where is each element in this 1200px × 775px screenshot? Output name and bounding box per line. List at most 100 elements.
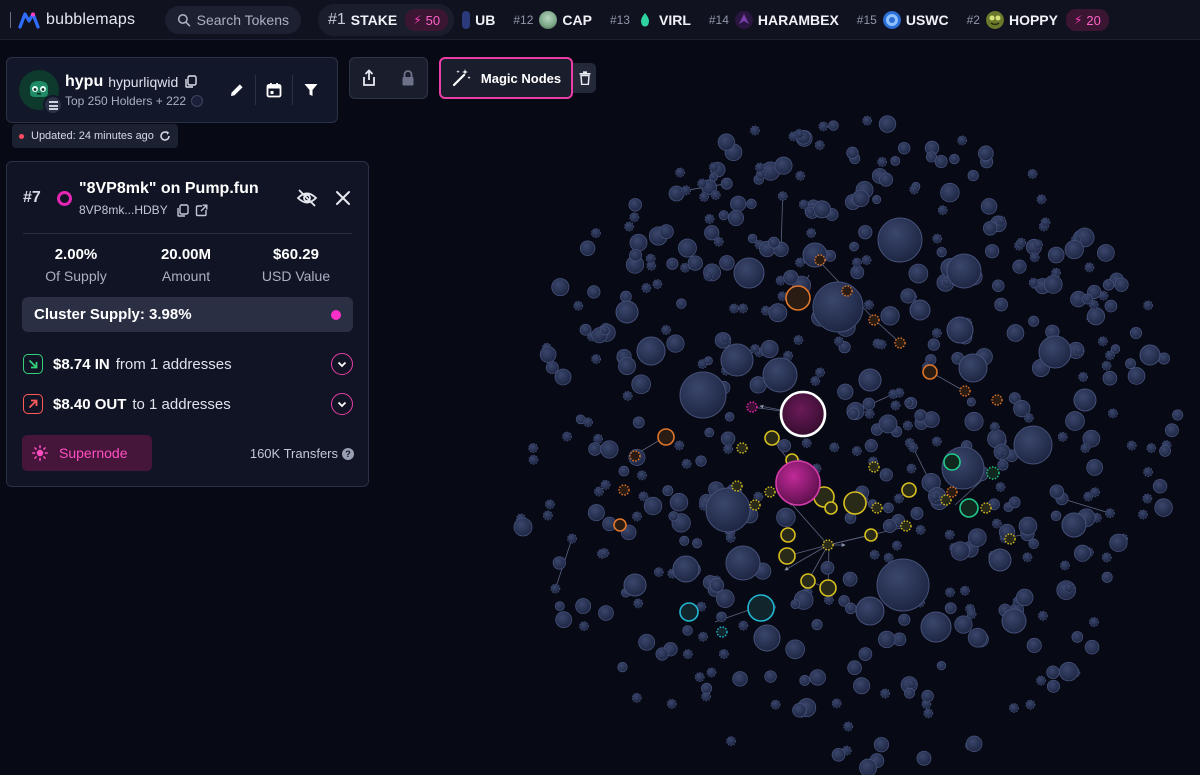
holder-bubble[interactable] bbox=[1043, 275, 1063, 294]
holder-bubble[interactable] bbox=[878, 115, 897, 133]
holder-bubble[interactable] bbox=[790, 599, 801, 610]
holder-bubble[interactable] bbox=[965, 735, 983, 753]
holder-bubble[interactable] bbox=[834, 336, 844, 347]
holder-bubble[interactable] bbox=[997, 459, 1009, 471]
holder-bubble[interactable] bbox=[767, 236, 780, 249]
orange-cluster-bubble[interactable] bbox=[613, 518, 627, 532]
holder-bubble[interactable] bbox=[679, 535, 690, 546]
holder-bubble[interactable] bbox=[862, 115, 873, 126]
holder-bubble[interactable] bbox=[880, 306, 900, 326]
holder-bubble[interactable] bbox=[528, 443, 539, 453]
holder-bubble[interactable] bbox=[927, 338, 940, 351]
holder-bubble[interactable] bbox=[1104, 299, 1118, 313]
holder-bubble[interactable] bbox=[1018, 516, 1038, 536]
holder-bubble[interactable] bbox=[704, 427, 715, 438]
holder-bubble[interactable] bbox=[1165, 423, 1179, 438]
large-holder-bubble[interactable] bbox=[1038, 335, 1072, 369]
holder-bubble[interactable] bbox=[1101, 552, 1112, 563]
holder-bubble[interactable] bbox=[894, 493, 904, 504]
holder-bubble[interactable] bbox=[573, 300, 584, 311]
ticker-item-cap[interactable]: #12 CAP bbox=[513, 11, 592, 29]
holder-bubble[interactable] bbox=[666, 334, 685, 353]
supernode-button[interactable]: Supernode bbox=[22, 435, 152, 471]
holder-bubble[interactable] bbox=[718, 649, 729, 659]
large-holder-bubble[interactable] bbox=[988, 548, 1012, 572]
yellow-cluster-bubble[interactable] bbox=[864, 528, 878, 542]
holder-bubble[interactable] bbox=[729, 303, 740, 314]
yellow-cluster-bubble[interactable] bbox=[1004, 533, 1016, 545]
holder-bubble[interactable] bbox=[1114, 277, 1129, 292]
large-holder-bubble[interactable] bbox=[672, 555, 700, 583]
holder-bubble[interactable] bbox=[910, 507, 924, 520]
yellow-cluster-bubble[interactable] bbox=[764, 430, 780, 446]
holder-bubble[interactable] bbox=[746, 198, 757, 210]
holder-bubble[interactable] bbox=[676, 298, 687, 309]
holder-bubble[interactable] bbox=[793, 335, 804, 345]
holder-bubble[interactable] bbox=[906, 463, 917, 474]
purple-cluster-bubble[interactable] bbox=[746, 401, 758, 413]
holder-bubble[interactable] bbox=[551, 278, 570, 297]
holder-bubble[interactable] bbox=[542, 510, 553, 521]
holder-bubble[interactable] bbox=[698, 631, 708, 642]
holder-bubble[interactable] bbox=[1006, 324, 1025, 342]
holder-bubble[interactable] bbox=[774, 156, 793, 175]
holder-bubble[interactable] bbox=[624, 221, 635, 232]
holder-bubble[interactable] bbox=[1071, 631, 1084, 643]
holder-bubble[interactable] bbox=[776, 507, 796, 528]
holder-bubble[interactable] bbox=[982, 221, 998, 236]
expand-inflow-button[interactable] bbox=[331, 353, 353, 375]
holder-bubble[interactable] bbox=[792, 702, 807, 718]
copy-icon[interactable] bbox=[184, 75, 197, 88]
ticker-item-hoppy[interactable]: #2 HOPPY ⚡ 20 bbox=[967, 9, 1109, 31]
holder-bubble[interactable] bbox=[720, 431, 736, 446]
holder-bubble[interactable] bbox=[967, 169, 979, 182]
holder-bubble[interactable] bbox=[805, 207, 816, 217]
holder-bubble[interactable] bbox=[641, 283, 652, 293]
holder-bubble[interactable] bbox=[879, 172, 894, 187]
holder-bubble[interactable] bbox=[831, 747, 846, 762]
holder-bubble[interactable] bbox=[1090, 487, 1100, 498]
orange-cluster-bubble[interactable] bbox=[991, 394, 1003, 406]
holder-bubble[interactable] bbox=[872, 195, 882, 205]
holder-bubble[interactable] bbox=[662, 485, 674, 497]
holder-bubble[interactable] bbox=[562, 431, 572, 442]
yellow-cluster-bubble[interactable] bbox=[824, 501, 838, 515]
holder-bubble[interactable] bbox=[916, 750, 932, 766]
large-holder-bubble[interactable] bbox=[725, 545, 761, 581]
holder-bubble[interactable] bbox=[908, 263, 929, 284]
holder-bubble[interactable] bbox=[1097, 244, 1115, 262]
green-cluster-bubble[interactable] bbox=[986, 466, 1000, 480]
yellow-cluster-bubble[interactable] bbox=[778, 547, 796, 565]
holder-bubble[interactable] bbox=[879, 468, 893, 482]
holder-bubble[interactable] bbox=[764, 670, 777, 683]
holder-bubble[interactable] bbox=[897, 141, 911, 155]
large-holder-bubble[interactable] bbox=[958, 353, 988, 383]
holder-bubble[interactable] bbox=[750, 125, 760, 136]
holder-bubble[interactable] bbox=[738, 303, 748, 314]
holder-bubble[interactable] bbox=[1084, 639, 1100, 655]
yellow-cluster-bubble[interactable] bbox=[980, 502, 992, 514]
large-holder-bubble[interactable] bbox=[876, 558, 930, 612]
holder-bubble[interactable] bbox=[876, 339, 887, 350]
holder-bubble[interactable] bbox=[1047, 246, 1065, 264]
holder-bubble[interactable] bbox=[1086, 459, 1103, 476]
large-holder-bubble[interactable] bbox=[858, 368, 882, 392]
holder-bubble[interactable] bbox=[699, 191, 710, 202]
large-holder-bubble[interactable] bbox=[636, 336, 666, 366]
holder-bubble[interactable] bbox=[637, 470, 647, 481]
holder-bubble[interactable] bbox=[633, 598, 644, 609]
cyan-cluster-bubble[interactable] bbox=[679, 602, 699, 622]
holder-bubble[interactable] bbox=[1146, 443, 1157, 453]
holder-bubble[interactable] bbox=[777, 439, 791, 453]
holder-bubble[interactable] bbox=[842, 571, 858, 587]
holder-bubble[interactable] bbox=[1065, 411, 1085, 431]
holder-bubble[interactable] bbox=[539, 346, 557, 363]
holder-bubble[interactable] bbox=[675, 167, 685, 178]
holder-bubble[interactable] bbox=[618, 465, 630, 477]
holder-bubble[interactable] bbox=[847, 407, 860, 420]
large-holder-bubble[interactable] bbox=[1139, 344, 1161, 366]
holder-bubble[interactable] bbox=[1102, 370, 1118, 386]
orange-cluster-bubble[interactable] bbox=[894, 337, 906, 349]
external-link-icon[interactable] bbox=[195, 204, 208, 217]
holder-bubble[interactable] bbox=[937, 205, 948, 216]
